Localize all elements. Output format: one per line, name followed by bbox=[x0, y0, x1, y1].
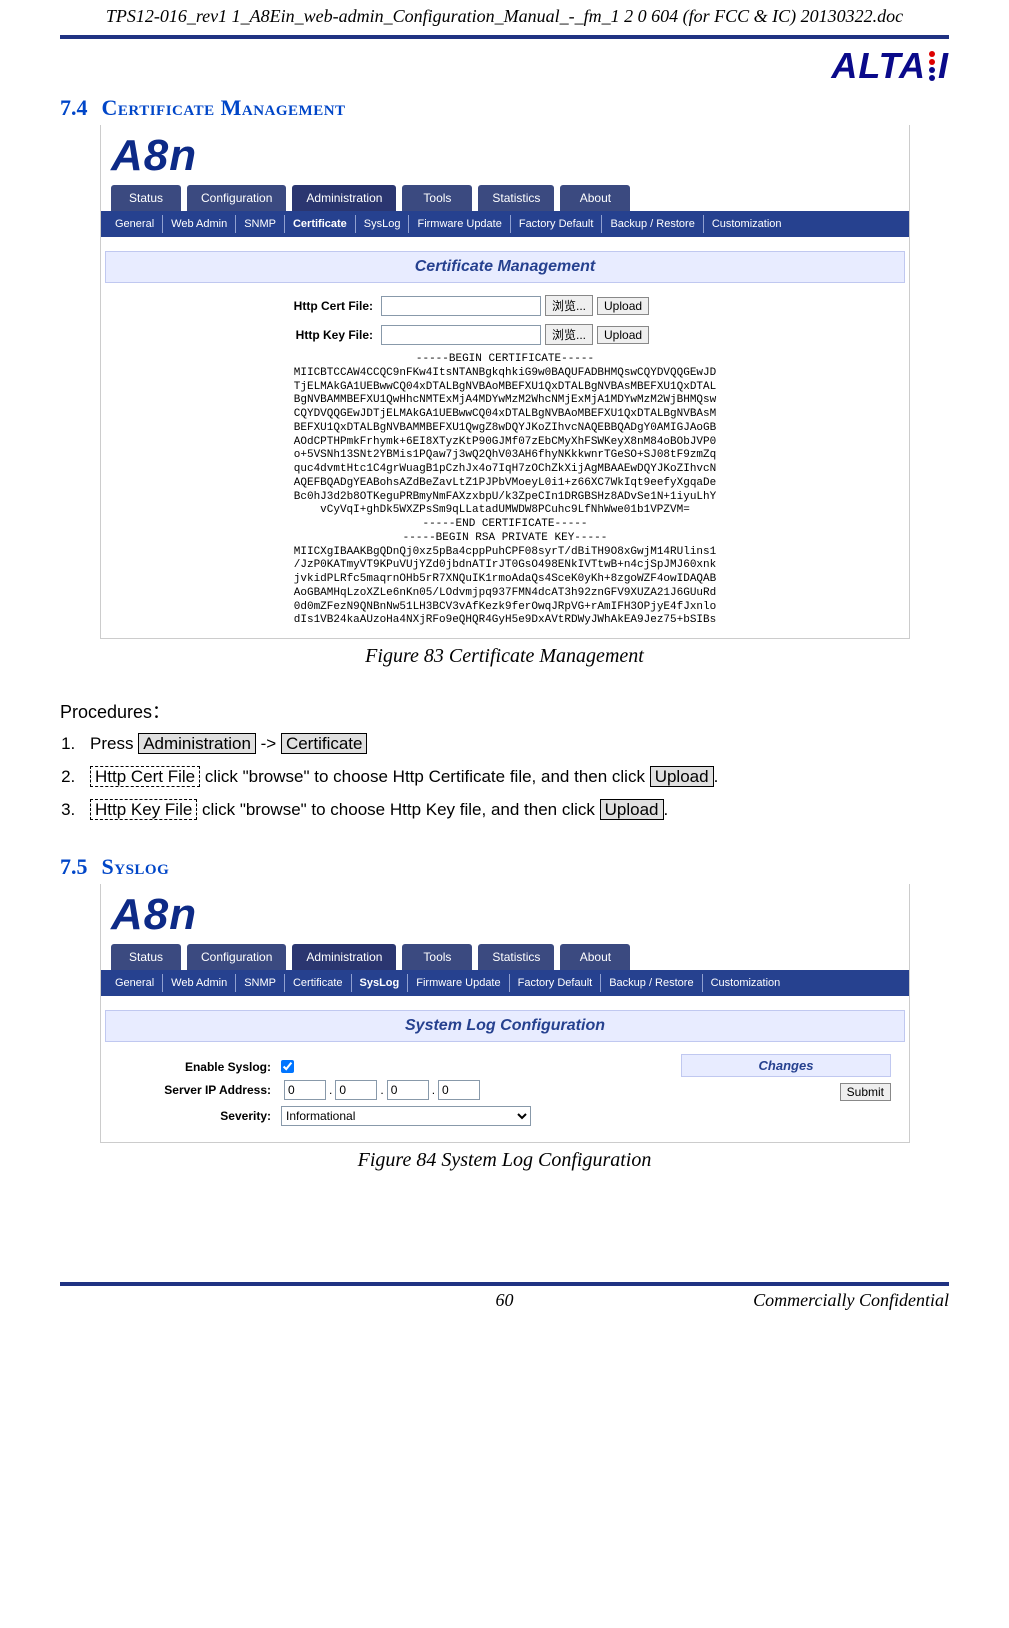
subnav-customization[interactable]: Customization bbox=[704, 215, 790, 233]
upload-reference-2: Upload bbox=[600, 799, 664, 820]
section-7-5-title: Syslog bbox=[102, 854, 170, 880]
product-logo: A8n bbox=[111, 131, 197, 180]
subnav2-certificate[interactable]: Certificate bbox=[285, 974, 352, 992]
subnav2-syslog[interactable]: SysLog bbox=[352, 974, 409, 992]
ip-part-1[interactable] bbox=[284, 1080, 326, 1100]
tab-about[interactable]: About bbox=[560, 185, 630, 211]
enable-syslog-checkbox[interactable] bbox=[281, 1060, 294, 1073]
figure-84-caption: Figure 84 System Log Configuration bbox=[60, 1149, 949, 1172]
subnav2-web-admin[interactable]: Web Admin bbox=[163, 974, 236, 992]
subnav2-backup-restore[interactable]: Backup / Restore bbox=[601, 974, 702, 992]
key-upload-button[interactable]: Upload bbox=[597, 326, 649, 344]
http-cert-file-label: Http Cert File: bbox=[101, 299, 381, 313]
page-number: 60 bbox=[356, 1290, 652, 1311]
server-ip-label: Server IP Address: bbox=[111, 1083, 281, 1097]
http-key-file-input[interactable] bbox=[381, 325, 541, 345]
subnav2-snmp[interactable]: SNMP bbox=[236, 974, 285, 992]
tab-configuration-2[interactable]: Configuration bbox=[187, 944, 286, 970]
procedure-step-2: Http Cert File click "browse" to choose … bbox=[80, 763, 949, 790]
subnav-firmware-update[interactable]: Firmware Update bbox=[409, 215, 510, 233]
changes-panel-title: Changes bbox=[681, 1054, 891, 1077]
cert-upload-button[interactable]: Upload bbox=[597, 297, 649, 315]
subnav-syslog[interactable]: SysLog bbox=[356, 215, 410, 233]
http-cert-file-reference: Http Cert File bbox=[90, 766, 200, 787]
http-key-file-reference: Http Key File bbox=[90, 799, 197, 820]
upload-reference: Upload bbox=[650, 766, 714, 787]
procedure-step-1: Press Administration -> Certificate bbox=[80, 730, 949, 757]
tab-administration[interactable]: Administration bbox=[292, 185, 396, 211]
tab-statistics-2[interactable]: Statistics bbox=[478, 944, 554, 970]
tab-administration-2[interactable]: Administration bbox=[292, 944, 396, 970]
submit-button[interactable]: Submit bbox=[840, 1083, 891, 1101]
subnav-certificate[interactable]: Certificate bbox=[285, 215, 356, 233]
key-browse-button[interactable]: 浏览... bbox=[545, 324, 593, 345]
subnav2-firmware-update[interactable]: Firmware Update bbox=[408, 974, 509, 992]
subnav-web-admin[interactable]: Web Admin bbox=[163, 215, 236, 233]
certificate-text-block: -----BEGIN CERTIFICATE----- MIICBTCCAW4C… bbox=[101, 349, 909, 638]
doc-title: TPS12-016_rev1 1_A8Ein_web-admin_Configu… bbox=[60, 0, 949, 33]
subnav2-general[interactable]: General bbox=[107, 974, 163, 992]
ip-part-4[interactable] bbox=[438, 1080, 480, 1100]
subnav-snmp[interactable]: SNMP bbox=[236, 215, 285, 233]
section-7-4-number: 7.4 bbox=[60, 95, 88, 121]
severity-label: Severity: bbox=[111, 1109, 281, 1123]
tab-status-2[interactable]: Status bbox=[111, 944, 181, 970]
cert-browse-button[interactable]: 浏览... bbox=[545, 295, 593, 316]
tab-tools-2[interactable]: Tools bbox=[402, 944, 472, 970]
ip-part-3[interactable] bbox=[387, 1080, 429, 1100]
certificate-screenshot: A8n Status Configuration Administration … bbox=[100, 125, 910, 639]
http-cert-file-input[interactable] bbox=[381, 296, 541, 316]
ip-part-2[interactable] bbox=[335, 1080, 377, 1100]
subnav-factory-default[interactable]: Factory Default bbox=[511, 215, 603, 233]
figure-83-caption: Figure 83 Certificate Management bbox=[60, 645, 949, 668]
certificate-reference: Certificate bbox=[281, 733, 368, 754]
subnav2-factory-default[interactable]: Factory Default bbox=[510, 974, 602, 992]
severity-select[interactable]: Informational bbox=[281, 1106, 531, 1126]
tab-configuration[interactable]: Configuration bbox=[187, 185, 286, 211]
product-logo-2: A8n bbox=[111, 890, 197, 939]
tab-about-2[interactable]: About bbox=[560, 944, 630, 970]
http-key-file-label: Http Key File: bbox=[101, 328, 381, 342]
footer-confidential: Commercially Confidential bbox=[653, 1290, 949, 1311]
enable-syslog-label: Enable Syslog: bbox=[111, 1060, 281, 1074]
subnav-backup-restore[interactable]: Backup / Restore bbox=[602, 215, 703, 233]
certificate-panel-title: Certificate Management bbox=[105, 251, 905, 283]
syslog-panel-title: System Log Configuration bbox=[105, 1010, 905, 1042]
tab-status[interactable]: Status bbox=[111, 185, 181, 211]
procedures-heading: Procedures： bbox=[60, 698, 949, 724]
tab-statistics[interactable]: Statistics bbox=[478, 185, 554, 211]
syslog-screenshot: A8n Status Configuration Administration … bbox=[100, 884, 910, 1143]
section-7-5-number: 7.5 bbox=[60, 854, 88, 880]
tab-tools[interactable]: Tools bbox=[402, 185, 472, 211]
section-7-4-title: Certificate Management bbox=[102, 95, 346, 121]
subnav-general[interactable]: General bbox=[107, 215, 163, 233]
subnav2-customization[interactable]: Customization bbox=[703, 974, 789, 992]
administration-reference: Administration bbox=[138, 733, 256, 754]
altai-logo: ALTA I bbox=[831, 45, 949, 87]
procedure-step-3: Http Key File click "browse" to choose H… bbox=[80, 796, 949, 823]
